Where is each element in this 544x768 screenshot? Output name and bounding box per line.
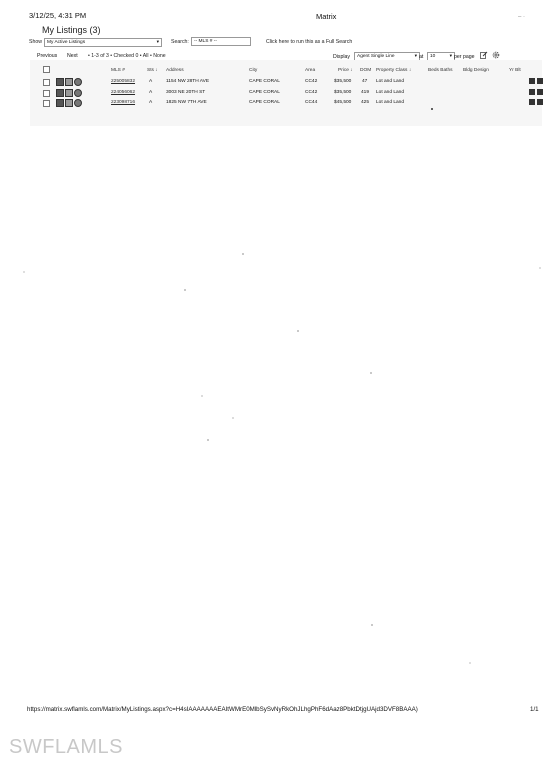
print-footer-url: https://matrix.swflamls.com/Matrix/MyLis… bbox=[27, 706, 418, 713]
watermark-logo: SWFLAMLS bbox=[9, 736, 124, 758]
scan-specks bbox=[23, 108, 541, 664]
print-footer-page: 1/1 bbox=[530, 706, 539, 713]
